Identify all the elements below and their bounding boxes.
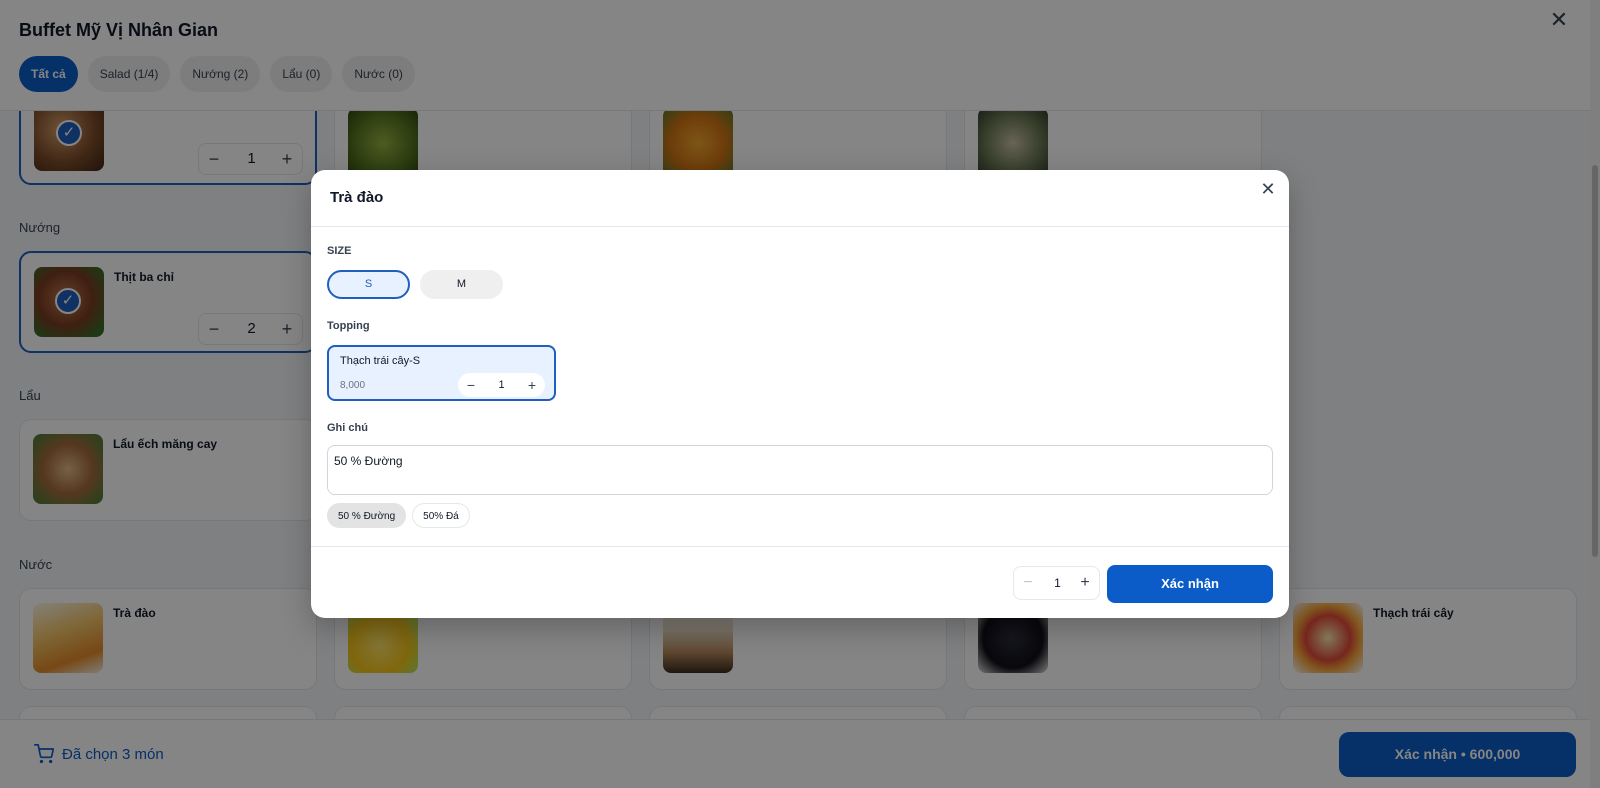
dialog-header: Trà đào ✕ bbox=[311, 170, 1289, 227]
topping-name: Thạch trái cây-S bbox=[340, 355, 421, 367]
topping-option[interactable]: Thạch trái cây-S 8,000 − 1 + bbox=[327, 345, 556, 401]
note-chip-50-duong[interactable]: 50 % Đường bbox=[327, 503, 407, 528]
item-quantity-stepper[interactable]: − 1 + bbox=[1013, 566, 1100, 600]
topping-quantity-stepper[interactable]: − 1 + bbox=[458, 373, 545, 397]
size-label: SIZE bbox=[327, 245, 352, 257]
note-chip-50-da[interactable]: 50% Đá bbox=[412, 503, 470, 528]
topping-label: Topping bbox=[327, 320, 370, 332]
topping-quantity: 1 bbox=[498, 379, 505, 391]
item-quantity: 1 bbox=[1054, 576, 1061, 590]
close-icon[interactable]: ✕ bbox=[1259, 180, 1277, 198]
confirm-button[interactable]: Xác nhận bbox=[1107, 565, 1273, 603]
note-input[interactable]: 50 % Đường bbox=[327, 445, 1273, 495]
topping-price: 8,000 bbox=[340, 380, 366, 391]
plus-icon[interactable]: + bbox=[519, 373, 545, 397]
item-options-dialog: Trà đào ✕ SIZE S M Topping Thạch trái câ… bbox=[311, 170, 1289, 618]
minus-icon[interactable]: − bbox=[1014, 567, 1042, 599]
minus-icon[interactable]: − bbox=[458, 373, 484, 397]
dialog-title: Trà đào bbox=[330, 189, 384, 206]
plus-icon[interactable]: + bbox=[1071, 567, 1099, 599]
size-option-s[interactable]: S bbox=[327, 270, 410, 299]
note-label: Ghi chú bbox=[327, 422, 368, 434]
dialog-footer: − 1 + Xác nhận bbox=[311, 546, 1289, 618]
size-option-m[interactable]: M bbox=[420, 270, 503, 299]
note-suggestions: 50 % Đường 50% Đá bbox=[327, 503, 470, 528]
